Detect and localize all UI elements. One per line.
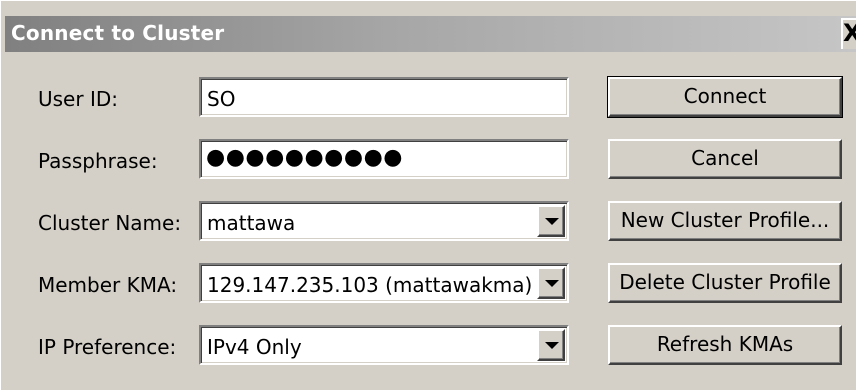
user-id-label: User ID: xyxy=(38,87,118,111)
chevron-down-icon xyxy=(545,218,559,225)
cluster-name-select[interactable]: mattawa xyxy=(199,201,569,241)
passphrase-value: ●●●●●●●●●● xyxy=(206,145,403,170)
window-title: Connect to Cluster xyxy=(11,21,225,45)
cluster-name-label: Cluster Name: xyxy=(38,211,182,235)
passphrase-input[interactable]: ●●●●●●●●●● xyxy=(199,139,569,179)
refresh-kmas-button[interactable]: Refresh KMAs xyxy=(608,325,842,365)
cancel-button[interactable]: Cancel xyxy=(608,139,842,179)
connect-button[interactable]: Connect xyxy=(607,76,843,118)
user-id-input[interactable]: SO xyxy=(199,77,569,117)
delete-cluster-profile-button[interactable]: Delete Cluster Profile xyxy=(608,263,842,303)
member-kma-value: 129.147.235.103 (mattawakma) xyxy=(207,273,533,297)
chevron-down-icon xyxy=(545,342,559,349)
close-icon: X xyxy=(843,20,856,46)
close-button[interactable]: X xyxy=(841,18,856,49)
member-kma-label: Member KMA: xyxy=(38,273,178,297)
ip-preference-label: IP Preference: xyxy=(38,335,177,359)
member-kma-select[interactable]: 129.147.235.103 (mattawakma) xyxy=(199,263,569,303)
user-id-value: SO xyxy=(207,87,236,111)
cluster-name-value: mattawa xyxy=(207,211,296,235)
connect-dialog: Connect to Cluster X User ID: SO Passphr… xyxy=(0,0,856,390)
passphrase-label: Passphrase: xyxy=(38,149,158,173)
cluster-name-dropdown-button[interactable] xyxy=(537,205,565,237)
ip-preference-value: IPv4 Only xyxy=(207,335,302,359)
member-kma-dropdown-button[interactable] xyxy=(537,267,565,299)
new-cluster-profile-button[interactable]: New Cluster Profile... xyxy=(608,201,842,241)
chevron-down-icon xyxy=(545,280,559,287)
ip-preference-dropdown-button[interactable] xyxy=(537,329,565,361)
title-bar[interactable]: Connect to Cluster xyxy=(5,16,856,52)
ip-preference-select[interactable]: IPv4 Only xyxy=(199,325,569,365)
